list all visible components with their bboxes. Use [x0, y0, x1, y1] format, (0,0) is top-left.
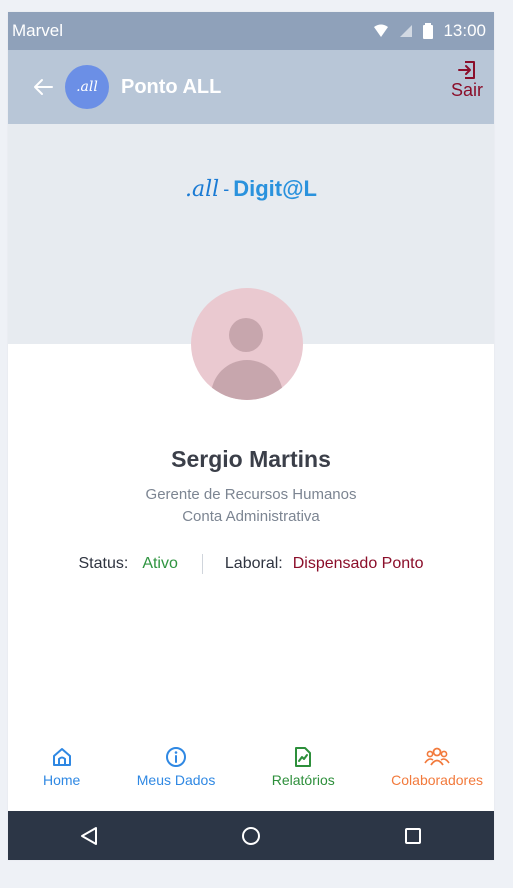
- logout-label: Sair: [450, 80, 483, 100]
- nav-home[interactable]: Home: [43, 742, 80, 810]
- back-button[interactable]: [33, 77, 53, 97]
- phone-screen: Marvel 13:00 .all Ponto ALL Sair .all - …: [8, 12, 494, 860]
- nav-meus-dados[interactable]: Meus Dados: [136, 742, 216, 810]
- circle-home-icon: [242, 826, 260, 845]
- logout-button[interactable]: Sair: [447, 60, 487, 101]
- avatar-body-shape: [211, 360, 283, 400]
- nav-meus-dados-label: Meus Dados: [136, 772, 216, 788]
- status-icons: 13:00: [373, 21, 486, 41]
- signal-icon: [400, 25, 413, 37]
- nav-colaboradores[interactable]: Colaboradores: [391, 742, 483, 810]
- users-icon: [424, 747, 450, 766]
- report-icon: [295, 747, 312, 767]
- bottom-nav: Home Meus Dados Relatórios Colaboradores: [8, 742, 494, 810]
- status-bar: Marvel 13:00: [8, 12, 494, 50]
- android-recents-button[interactable]: [393, 821, 433, 851]
- app-bar: .all Ponto ALL Sair: [8, 50, 494, 124]
- info-icon: [166, 747, 187, 767]
- android-nav-bar: [8, 811, 494, 860]
- nav-relatorios[interactable]: Relatórios: [272, 742, 335, 810]
- app-title: Ponto ALL: [121, 75, 222, 98]
- brand-logo: .all - Digit@L: [8, 176, 494, 202]
- labor-value: Dispensado Ponto: [292, 555, 424, 572]
- avatar-head-shape: [229, 318, 263, 352]
- triangle-back-icon: [81, 826, 97, 845]
- battery-icon: [423, 23, 434, 39]
- logout-icon: [458, 61, 475, 79]
- labor-key: Laboral:: [224, 555, 283, 572]
- profile-account-type: Conta Administrativa: [182, 508, 320, 525]
- status-value: Ativo: [142, 555, 178, 572]
- nav-home-label: Home: [43, 772, 81, 788]
- android-home-button[interactable]: [231, 821, 271, 851]
- app-logo-text: .all: [76, 79, 98, 95]
- home-icon: [52, 748, 71, 766]
- avatar: [191, 288, 303, 400]
- profile-role: Gerente de Recursos Humanos: [145, 486, 357, 503]
- brand-digital-text: Digit@L: [233, 176, 317, 201]
- carrier-label: Marvel: [12, 21, 64, 40]
- nav-relatorios-label: Relatórios: [271, 772, 335, 788]
- profile-name: Sergio Martins: [171, 446, 331, 472]
- status-key: Status:: [78, 555, 129, 572]
- status-row: Status: Ativo Laboral: Dispensado Ponto: [8, 554, 494, 574]
- app-logo: .all: [65, 65, 109, 109]
- time-label: 13:00: [443, 21, 486, 40]
- arrow-left-icon: [34, 79, 53, 95]
- status-divider: [201, 554, 203, 574]
- square-recents-icon: [405, 827, 421, 844]
- nav-colaboradores-label: Colaboradores: [391, 772, 483, 788]
- brand-all-text: .all: [185, 176, 220, 202]
- wifi-icon: [374, 24, 389, 37]
- android-back-button[interactable]: [69, 821, 109, 851]
- brand-dash-text: -: [223, 178, 230, 199]
